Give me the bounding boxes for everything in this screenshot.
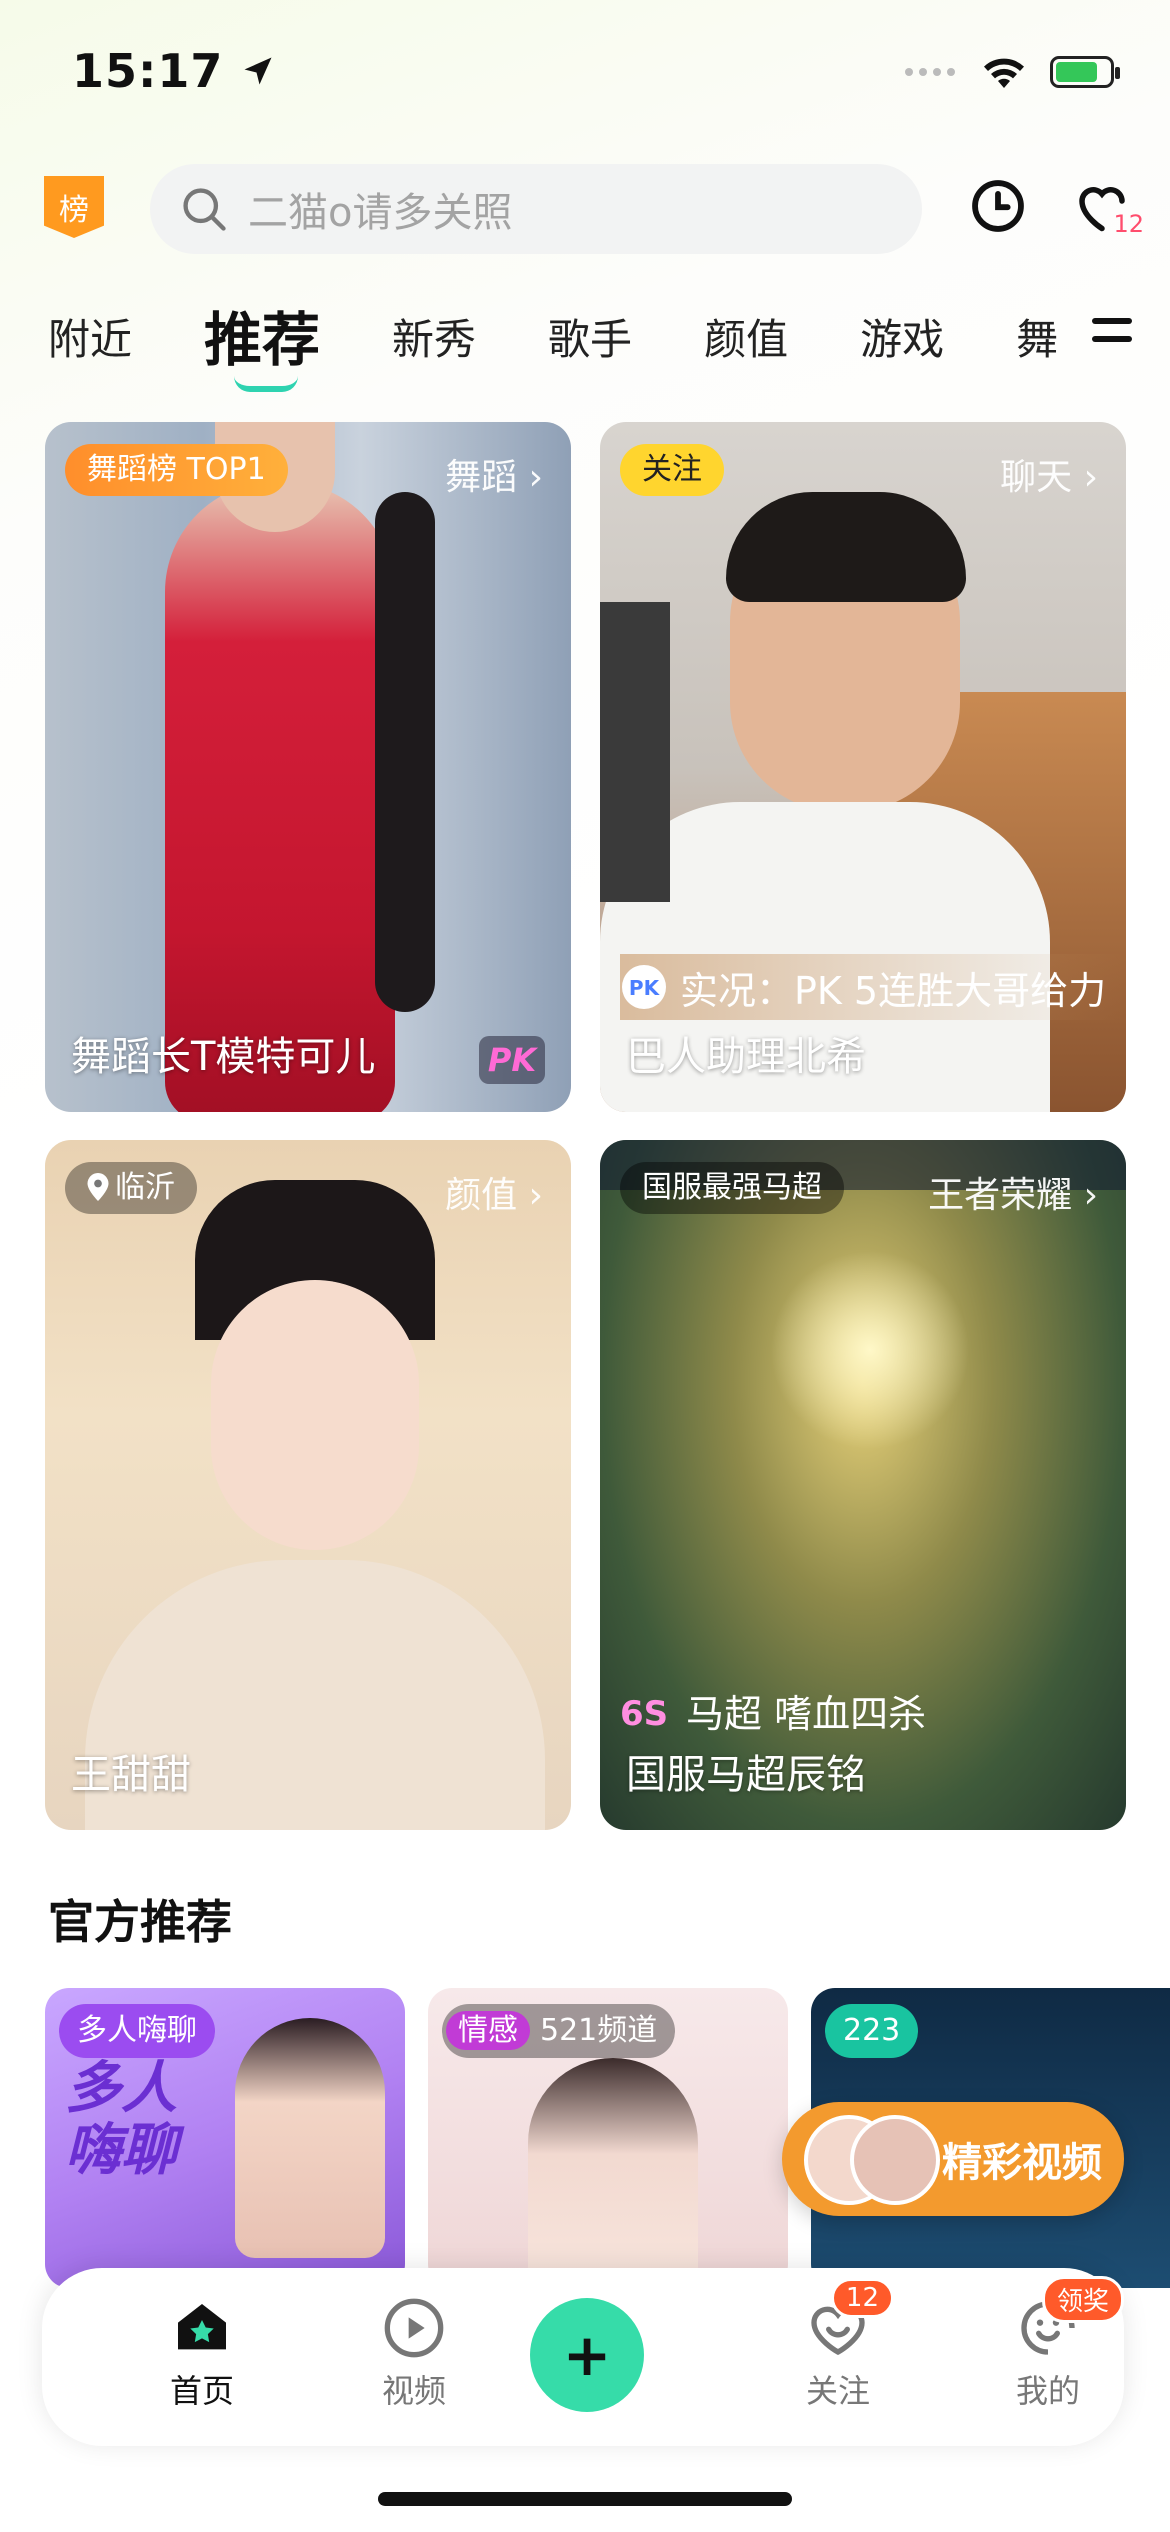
stream-thumbnail — [770, 1250, 970, 1450]
nav-home[interactable]: 首页 — [132, 2296, 272, 2412]
tab-recommend[interactable]: 推荐 — [204, 300, 320, 392]
status-time: 15:17 — [72, 44, 276, 98]
nav-me[interactable]: 我的 领奖 — [978, 2276, 1124, 2412]
banner-text: 多人嗨聊 — [65, 2056, 177, 2183]
recommend-tag: 情感 521频道 — [442, 2004, 676, 2058]
wifi-icon — [984, 58, 1024, 88]
live-card[interactable]: 舞蹈榜 TOP1 舞蹈 › 舞蹈长T模特可儿 PK — [45, 422, 571, 1112]
stream-title: 巴人助理北希 — [626, 1034, 866, 1080]
recommend-card[interactable]: 情感 521频道 — [428, 1988, 788, 2288]
tab-game[interactable]: 游戏 — [860, 300, 944, 380]
reward-badge: 领奖 — [1041, 2276, 1124, 2323]
recommend-card[interactable]: 多人嗨聊 多人嗨聊 — [45, 1988, 405, 2288]
battery-icon — [1050, 56, 1120, 88]
tab-nearby[interactable]: 附近 — [48, 300, 132, 380]
tab-appearance[interactable]: 颜值 — [704, 300, 788, 380]
avatar — [850, 2115, 940, 2205]
svg-text:PK: PK — [629, 976, 661, 1000]
recommend-tag: 多人嗨聊 — [59, 2004, 215, 2058]
rank-badge[interactable]: 榜 — [44, 176, 104, 238]
live-card[interactable]: 关注 聊天 › PK 实况：PK 5连胜大哥给力 巴人助理北希 — [600, 422, 1126, 1112]
follow-badge: 12 — [830, 2278, 894, 2318]
live-card[interactable]: 临沂 颜值 › 王甜甜 — [45, 1140, 571, 1830]
status-indicators — [904, 54, 1120, 90]
follow-count-badge: 12 — [1113, 210, 1144, 238]
pk-circle-icon: PK — [622, 965, 666, 1009]
stream-tag: 国服最强马超 — [620, 1162, 844, 1214]
bottom-nav: 首页 视频 + 关注 12 我的 领奖 — [42, 2268, 1124, 2446]
signal-icon — [905, 68, 955, 76]
home-icon — [178, 2304, 226, 2350]
search-icon — [183, 188, 226, 231]
nav-follow[interactable]: 关注 12 — [768, 2278, 908, 2412]
menu-icon — [1092, 318, 1132, 342]
category-link[interactable]: 颜值 › — [445, 1166, 543, 1218]
clock-icon — [972, 180, 1024, 232]
category-link[interactable]: 聊天 › — [1000, 448, 1098, 500]
featured-video-label: 精彩视频 — [942, 2140, 1102, 2186]
search-input[interactable]: 二猫o请多关照 — [150, 164, 922, 254]
tabs-menu-button[interactable] — [1092, 314, 1132, 352]
recommend-tag: 223 — [825, 2004, 919, 2058]
pk-icon: PK — [479, 1036, 545, 1084]
create-button[interactable]: + — [530, 2298, 644, 2412]
stream-title: 王甜甜 — [71, 1752, 191, 1798]
category-link[interactable]: 舞蹈 › — [445, 448, 543, 500]
category-link[interactable]: 王者荣耀 › — [928, 1166, 1098, 1218]
home-indicator — [378, 2492, 792, 2506]
nav-video[interactable]: 视频 — [344, 2296, 484, 2412]
play-icon — [384, 2298, 444, 2358]
rank-tag: 舞蹈榜 TOP1 — [65, 444, 288, 496]
search-placeholder: 二猫o请多关照 — [248, 190, 513, 236]
stream-title: 舞蹈长T模特可儿 — [71, 1034, 376, 1080]
follow-tag: 关注 — [620, 444, 724, 496]
stream-thumbnail — [165, 482, 395, 1112]
follow-heart-button[interactable]: 12 — [1068, 172, 1144, 240]
tab-dance[interactable]: 舞 — [1016, 300, 1058, 380]
game-badge-icon: 6S — [620, 1694, 668, 1733]
avatar-stack — [804, 2115, 940, 2205]
stream-title: 国服马超辰铭 — [626, 1752, 866, 1798]
live-card[interactable]: 国服最强马超 王者荣耀 › 6S 马超 嗜血四杀 国服马超辰铭 — [600, 1140, 1126, 1830]
location-pin-icon — [87, 1173, 109, 1201]
tab-newcomer[interactable]: 新秀 — [392, 300, 476, 380]
history-button[interactable] — [964, 172, 1032, 240]
location-tag: 临沂 — [65, 1162, 197, 1214]
tab-singer[interactable]: 歌手 — [548, 300, 632, 380]
location-arrow-icon — [244, 57, 272, 85]
plus-icon: + — [562, 2321, 612, 2389]
stream-subtitle: PK 实况：PK 5连胜大哥给力 — [620, 954, 1126, 1020]
stream-subtitle: 6S 马超 嗜血四杀 — [620, 1683, 1126, 1738]
featured-video-button[interactable]: 精彩视频 — [782, 2102, 1124, 2216]
category-tabs: 附近 推荐 新秀 歌手 颜值 游戏 舞 — [48, 300, 1088, 392]
svg-text:6S: 6S — [620, 1694, 668, 1733]
section-title: 官方推荐 — [48, 1895, 232, 1949]
